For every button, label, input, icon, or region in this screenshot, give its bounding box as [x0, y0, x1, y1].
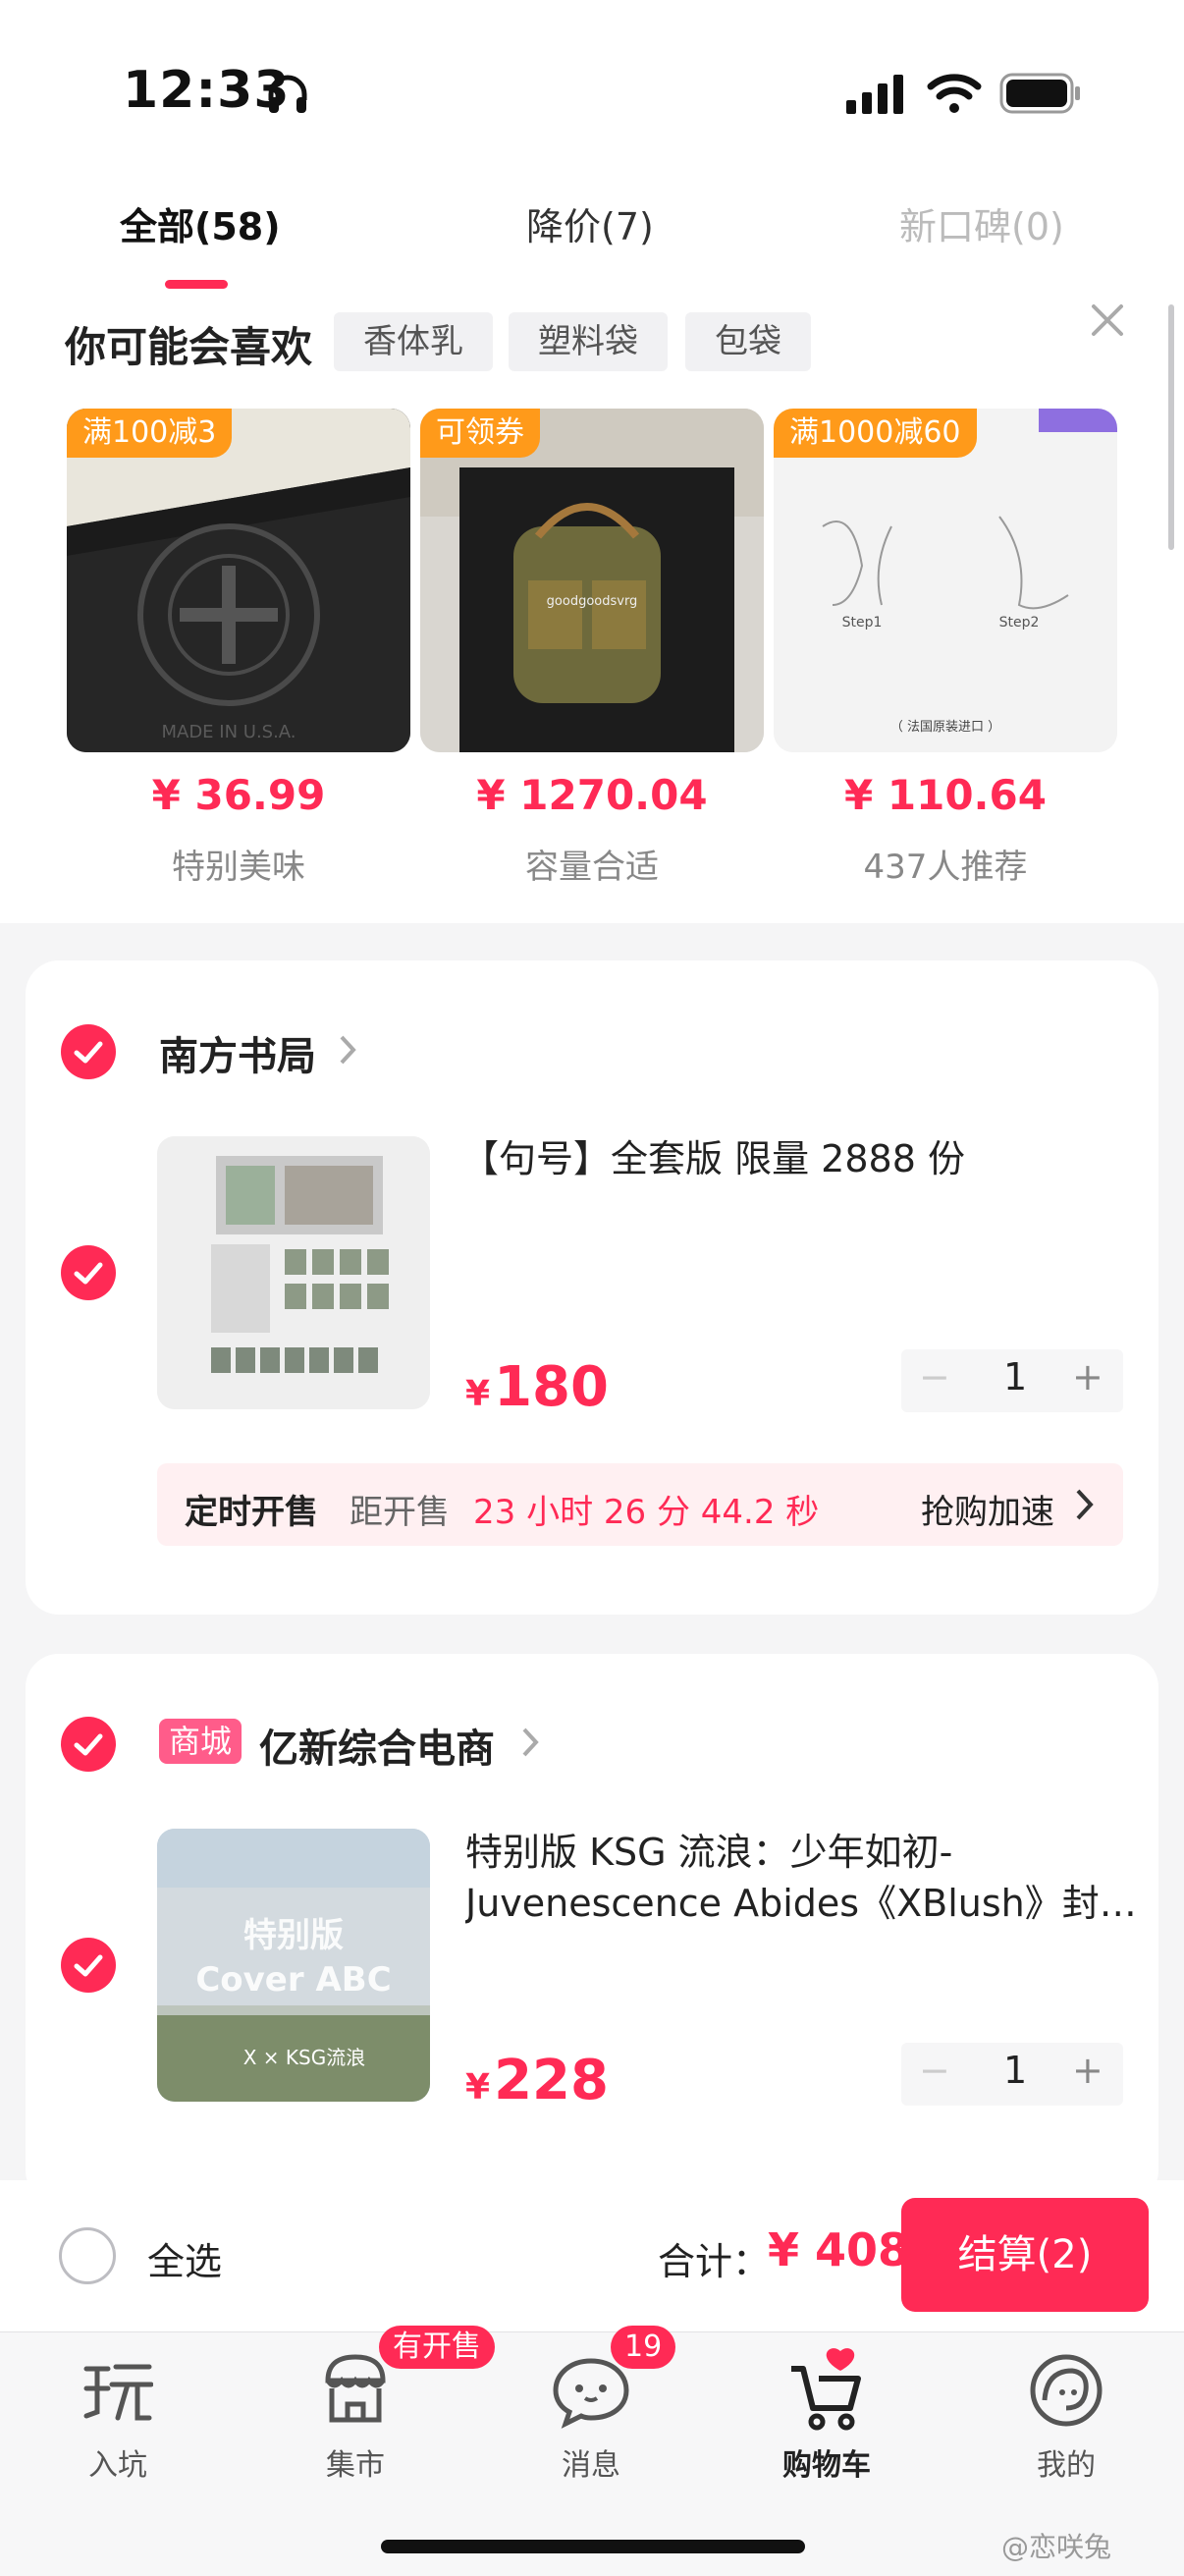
- product-image: [157, 1136, 430, 1409]
- quantity-value[interactable]: 1: [1003, 1355, 1027, 1398]
- item-title[interactable]: 【句号】全套版 限量 2888 份: [461, 1133, 1129, 1184]
- tab-active-indicator: [165, 280, 228, 289]
- decrement-button[interactable]: −: [919, 1355, 950, 1398]
- recommend-chip[interactable]: 香体乳: [334, 312, 493, 371]
- tab-all[interactable]: 全部(58): [120, 196, 281, 250]
- item-price: ¥228: [465, 2049, 609, 2112]
- increment-button[interactable]: +: [1072, 2049, 1103, 2092]
- wifi-icon: [927, 74, 982, 113]
- message-icon[interactable]: [550, 2355, 632, 2430]
- item-title[interactable]: 特别版 KSG 流浪：少年如初- Juvenescence Abides《XBl…: [465, 1827, 1133, 1929]
- shop-checkbox[interactable]: [61, 1024, 116, 1079]
- recommend-subtitle: 437人推荐: [863, 848, 1028, 887]
- currency-symbol: ¥: [465, 1374, 491, 1414]
- timer-label: 定时开售: [185, 1493, 318, 1532]
- play-icon: [83, 2364, 153, 2421]
- product-image-text: goodgoodsvrg: [547, 594, 638, 609]
- decrement-button[interactable]: −: [919, 2049, 950, 2092]
- currency-symbol: ¥: [465, 2067, 491, 2108]
- recommend-subtitle: 容量合适: [525, 848, 659, 887]
- shop-name[interactable]: 亿新综合电商: [259, 1717, 495, 1774]
- origin-text: （ 法国原装进口 ）: [890, 720, 1000, 735]
- nav-label[interactable]: 购物车: [748, 2440, 905, 2484]
- item-thumbnail[interactable]: [157, 1136, 430, 1409]
- recommend-subtitle: 特别美味: [172, 848, 305, 887]
- signal-icon: [846, 75, 903, 114]
- quantity-value[interactable]: 1: [1003, 2049, 1027, 2092]
- promo-tag: 满100减3: [67, 409, 233, 458]
- recommend-title: 你可能会喜欢: [65, 323, 313, 371]
- product-image-text: MADE IN U.S.A.: [161, 722, 296, 742]
- check-icon: [74, 1041, 103, 1064]
- chevron-right-icon[interactable]: [1074, 1487, 1096, 1522]
- timer-countdown: 23 小时 26 分 44.2 秒: [473, 1493, 820, 1532]
- chevron-right-icon[interactable]: [520, 1726, 540, 1759]
- promo-tag: 可领券: [420, 409, 540, 458]
- increment-button[interactable]: +: [1072, 1355, 1103, 1398]
- cover-text: X × KSG流浪: [243, 2046, 365, 2069]
- total-amount: ¥ 408: [768, 2223, 910, 2276]
- product-image: MADE IN U.S.A.: [67, 409, 410, 752]
- chevron-right-icon[interactable]: [338, 1033, 357, 1067]
- check-icon: [74, 1262, 103, 1285]
- scrollbar[interactable]: [1168, 304, 1174, 550]
- home-indicator[interactable]: [381, 2540, 805, 2553]
- profile-icon[interactable]: [1027, 2351, 1105, 2430]
- item-title-line: Juvenescence Abides《XBlush》封…: [465, 1882, 1133, 1925]
- check-icon: [74, 1733, 103, 1756]
- item-checkbox[interactable]: [61, 1938, 116, 1993]
- item-price: ¥180: [465, 1355, 609, 1419]
- price-value: 228: [494, 2049, 609, 2112]
- checkout-button[interactable]: 结算(2): [901, 2198, 1149, 2312]
- cart-icon[interactable]: [785, 2345, 868, 2434]
- tab-price-drop[interactable]: 降价(7): [526, 196, 654, 250]
- presale-timer[interactable]: 定时开售 距开售 23 小时 26 分 44.2 秒 抢购加速: [157, 1463, 1123, 1546]
- recommend-card[interactable]: Step1 Step2 （ 法国原装进口 ） 满1000减60: [774, 409, 1117, 752]
- watermark: @恋咲兔: [1001, 2531, 1112, 2563]
- check-icon: [74, 1954, 103, 1977]
- battery-icon: [999, 73, 1080, 114]
- product-image: Step1 Step2 （ 法国原装进口 ）: [774, 409, 1117, 752]
- nav-badge: 19: [611, 2326, 676, 2369]
- price-value: 180: [494, 1355, 609, 1419]
- tab-new-reviews[interactable]: 新口碑(0): [899, 196, 1064, 250]
- nav-badge: 有开售: [379, 2326, 495, 2369]
- market-icon[interactable]: [320, 2351, 391, 2426]
- recommend-chip[interactable]: 塑料袋: [509, 312, 668, 371]
- product-image: 特别版 Cover ABC X × KSG流浪: [157, 1829, 430, 2102]
- mall-badge: 商城: [159, 1719, 242, 1764]
- total-label: 合计：: [658, 2240, 771, 2283]
- shop-checkbox[interactable]: [61, 1717, 116, 1772]
- recommend-price: ¥ 36.99: [151, 771, 326, 819]
- product-image: goodgoodsvrg: [420, 409, 764, 752]
- nav-label[interactable]: 消息: [512, 2440, 670, 2484]
- cover-text: Cover ABC: [195, 1960, 391, 2000]
- nav-label[interactable]: 入坑: [39, 2440, 196, 2484]
- select-all-checkbox[interactable]: [59, 2227, 116, 2284]
- recommend-price: ¥ 110.64: [844, 771, 1047, 819]
- quantity-stepper[interactable]: − 1 +: [901, 1349, 1123, 1412]
- quantity-stepper[interactable]: − 1 +: [901, 2043, 1123, 2106]
- recommend-card[interactable]: goodgoodsvrg 可领券: [420, 409, 764, 752]
- step1-text: Step1: [842, 615, 883, 630]
- cover-text: 特别版: [243, 1916, 344, 1955]
- item-thumbnail[interactable]: 特别版 Cover ABC X × KSG流浪: [157, 1829, 430, 2102]
- item-title-line: 特别版 KSG 流浪：少年如初-: [465, 1831, 953, 1874]
- speedup-link[interactable]: 抢购加速: [921, 1485, 1054, 1533]
- headphones-icon: [268, 75, 307, 113]
- select-all-label[interactable]: 全选: [147, 2231, 222, 2285]
- step2-text: Step2: [999, 615, 1040, 630]
- nav-label[interactable]: 我的: [988, 2440, 1145, 2484]
- timer-prefix: 距开售: [350, 1493, 450, 1532]
- recommend-price: ¥ 1270.04: [476, 771, 708, 819]
- nav-label[interactable]: 集市: [277, 2440, 434, 2484]
- item-checkbox[interactable]: [61, 1245, 116, 1300]
- shop-name[interactable]: 南方书局: [159, 1024, 316, 1081]
- promo-tag: 满1000减60: [774, 409, 977, 458]
- close-icon[interactable]: [1088, 301, 1127, 340]
- recommend-card[interactable]: MADE IN U.S.A. 满100减3: [67, 409, 410, 752]
- recommend-chip[interactable]: 包袋: [685, 312, 811, 371]
